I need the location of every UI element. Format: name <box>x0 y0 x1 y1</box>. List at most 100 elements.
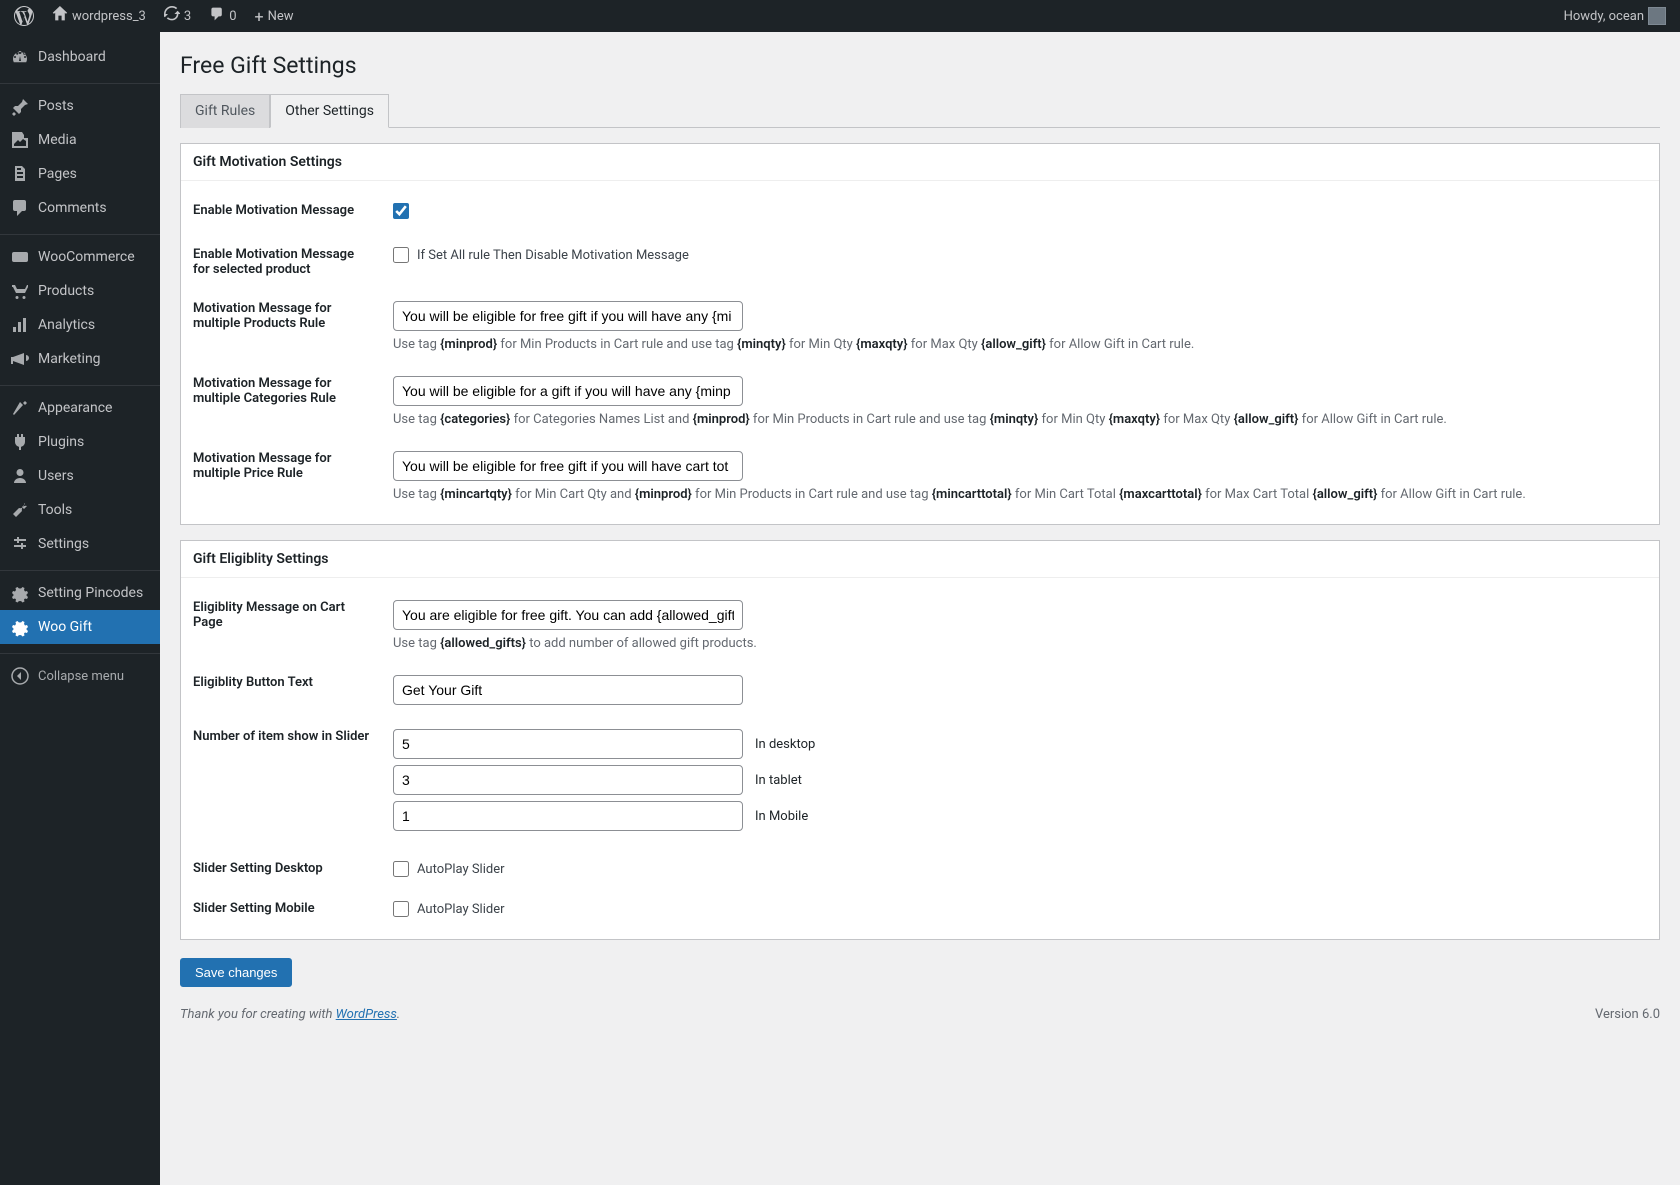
wordpress-link[interactable]: WordPress <box>336 1007 397 1022</box>
slider-count-label: Number of item show in Slider <box>193 729 393 744</box>
sidebar-item-label: Products <box>38 283 94 299</box>
marketing-icon <box>10 349 30 369</box>
settings-icon <box>10 534 30 554</box>
sidebar-item-woogift[interactable]: Woo Gift <box>0 610 160 644</box>
footer-version: Version 6.0 <box>1595 1007 1660 1022</box>
collapse-menu[interactable]: Collapse menu <box>0 659 160 693</box>
sidebar-item-media[interactable]: Media <box>0 123 160 157</box>
sidebar-item-tools[interactable]: Tools <box>0 493 160 527</box>
slider-tablet-input[interactable] <box>393 765 743 795</box>
comments-icon <box>10 198 30 218</box>
topbar-right: Howdy, ocean <box>1558 0 1672 32</box>
sidebar-item-woocommerce[interactable]: WooCommerce <box>0 240 160 274</box>
sidebar-item-marketing[interactable]: Marketing <box>0 342 160 376</box>
pages-icon <box>10 164 30 184</box>
collapse-icon <box>10 666 30 686</box>
enable-selected-checkbox-label: If Set All rule Then Disable Motivation … <box>417 248 689 263</box>
sidebar-separator <box>0 649 160 654</box>
home-icon <box>52 6 68 26</box>
plugins-icon <box>10 432 30 452</box>
howdy-link[interactable]: Howdy, ocean <box>1558 0 1672 32</box>
pin-icon <box>10 96 30 116</box>
save-button[interactable]: Save changes <box>180 958 292 987</box>
new-link[interactable]: + New <box>249 0 300 32</box>
enable-selected-checkbox[interactable] <box>393 247 409 263</box>
sidebar-item-appearance[interactable]: Appearance <box>0 391 160 425</box>
multi-price-input[interactable] <box>393 451 743 481</box>
autoplay-desktop-label: AutoPlay Slider <box>417 862 505 877</box>
woocommerce-icon <box>10 247 30 267</box>
slider-setting-mobile-label: Slider Setting Mobile <box>193 901 393 916</box>
sidebar-item-label: Marketing <box>38 351 101 367</box>
site-name: wordpress_3 <box>72 9 146 24</box>
refresh-icon <box>164 6 180 26</box>
eligibility-button-input[interactable] <box>393 675 743 705</box>
section-header: Gift Eligiblity Settings <box>181 541 1659 578</box>
slider-setting-desktop-label: Slider Setting Desktop <box>193 861 393 876</box>
wp-logo[interactable] <box>8 0 40 32</box>
collapse-label: Collapse menu <box>38 669 124 684</box>
plus-icon: + <box>255 7 264 26</box>
enable-motivation-label: Enable Motivation Message <box>193 203 393 218</box>
sidebar-item-label: Pages <box>38 166 77 182</box>
comment-icon <box>209 6 225 26</box>
multi-price-label: Motivation Message for multiple Price Ru… <box>193 451 393 481</box>
topbar-left: wordpress_3 3 0 + New <box>8 0 300 32</box>
sidebar-item-label: Plugins <box>38 434 84 450</box>
sidebar-item-comments[interactable]: Comments <box>0 191 160 225</box>
analytics-icon <box>10 315 30 335</box>
sidebar-item-settings[interactable]: Settings <box>0 527 160 561</box>
sidebar-item-plugins[interactable]: Plugins <box>0 425 160 459</box>
sidebar-item-dashboard[interactable]: Dashboard <box>0 40 160 74</box>
multi-categories-label: Motivation Message for multiple Categori… <box>193 376 393 406</box>
sidebar-item-pages[interactable]: Pages <box>0 157 160 191</box>
footer: Thank you for creating with WordPress. V… <box>180 987 1660 1022</box>
sidebar-item-label: Tools <box>38 502 72 518</box>
sidebar-item-label: WooCommerce <box>38 249 135 265</box>
sidebar-item-label: Posts <box>38 98 74 114</box>
slider-mobile-suffix: In Mobile <box>755 809 808 824</box>
eligibility-msg-label: Eligiblity Message on Cart Page <box>193 600 393 630</box>
tools-icon <box>10 500 30 520</box>
section-header: Gift Motivation Settings <box>181 144 1659 181</box>
updates-link[interactable]: 3 <box>158 0 197 32</box>
slider-desktop-input[interactable] <box>393 729 743 759</box>
sidebar-item-users[interactable]: Users <box>0 459 160 493</box>
page-title: Free Gift Settings <box>180 32 1660 94</box>
sidebar-item-label: Dashboard <box>38 49 106 65</box>
autoplay-desktop-checkbox[interactable] <box>393 861 409 877</box>
tab-gift-rules[interactable]: Gift Rules <box>180 94 270 128</box>
slider-desktop-suffix: In desktop <box>755 737 815 752</box>
section-eligibility: Gift Eligiblity Settings Eligiblity Mess… <box>180 540 1660 940</box>
slider-mobile-input[interactable] <box>393 801 743 831</box>
multi-products-help: Use tag {minprod} for Min Products in Ca… <box>393 337 1647 352</box>
sidebar-item-label: Woo Gift <box>38 619 92 635</box>
sidebar-item-pincodes[interactable]: Setting Pincodes <box>0 576 160 610</box>
site-name-link[interactable]: wordpress_3 <box>46 0 152 32</box>
sidebar-item-analytics[interactable]: Analytics <box>0 308 160 342</box>
main-content: Free Gift Settings Gift Rules Other Sett… <box>160 32 1680 1185</box>
sidebar-item-products[interactable]: Products <box>0 274 160 308</box>
autoplay-mobile-checkbox[interactable] <box>393 901 409 917</box>
sidebar-separator <box>0 230 160 235</box>
enable-motivation-checkbox[interactable] <box>393 203 409 219</box>
sidebar-item-posts[interactable]: Posts <box>0 89 160 123</box>
gear-icon <box>10 583 30 603</box>
eligibility-button-label: Eligiblity Button Text <box>193 675 393 690</box>
avatar <box>1648 7 1666 25</box>
appearance-icon <box>10 398 30 418</box>
sidebar-separator <box>0 381 160 386</box>
multi-products-input[interactable] <box>393 301 743 331</box>
tabs: Gift Rules Other Settings <box>180 94 1660 128</box>
sidebar-item-label: Users <box>38 468 74 484</box>
comments-link[interactable]: 0 <box>203 0 242 32</box>
new-label: New <box>268 9 294 24</box>
multi-categories-input[interactable] <box>393 376 743 406</box>
gear-icon <box>10 617 30 637</box>
comments-count: 0 <box>229 9 236 24</box>
multi-categories-help: Use tag {categories} for Categories Name… <box>393 412 1647 427</box>
eligibility-msg-input[interactable] <box>393 600 743 630</box>
tab-other-settings[interactable]: Other Settings <box>270 94 389 128</box>
autoplay-mobile-label: AutoPlay Slider <box>417 902 505 917</box>
sidebar-item-label: Appearance <box>38 400 112 416</box>
